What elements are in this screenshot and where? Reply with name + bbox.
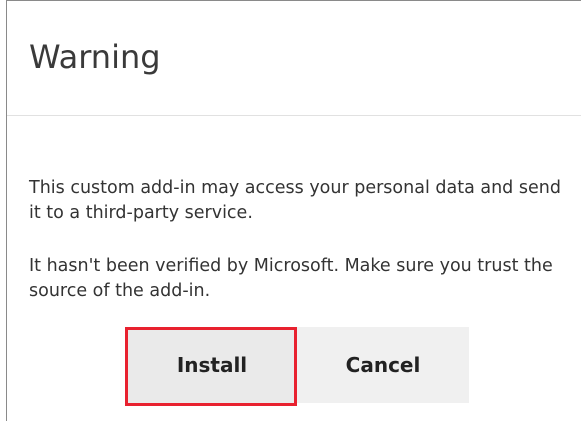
- dialog-title: Warning: [29, 38, 161, 76]
- dialog-message-access: This custom add-in may access your perso…: [29, 178, 561, 223]
- warning-dialog: Warning This custom add-in may access yo…: [6, 0, 581, 421]
- cancel-button[interactable]: Cancel: [297, 327, 469, 403]
- title-divider: [7, 115, 581, 116]
- install-button[interactable]: Install: [127, 327, 297, 403]
- dialog-message-verification: It hasn't been verified by Microsoft. Ma…: [29, 256, 553, 301]
